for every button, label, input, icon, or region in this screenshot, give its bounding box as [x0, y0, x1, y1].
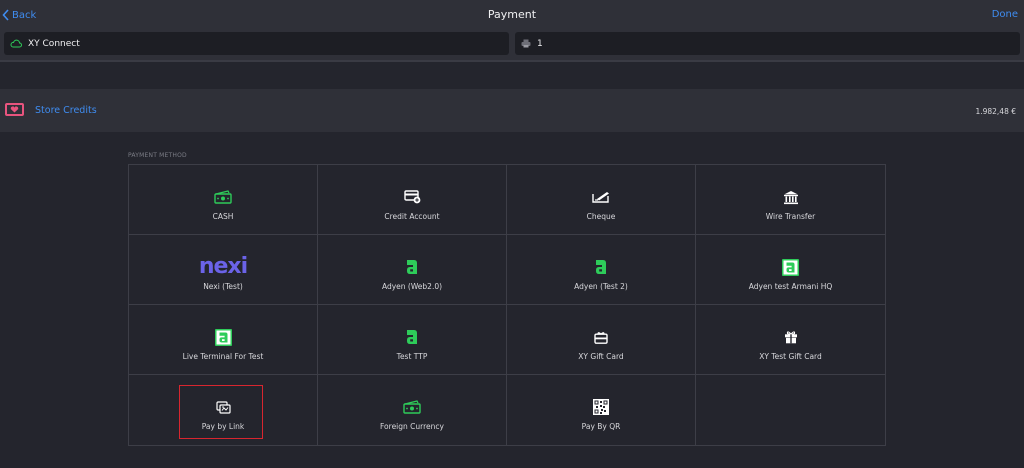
store-credits-row[interactable]: Store Credits 1.982,48 €: [0, 89, 1024, 132]
payment-method-label: Wire Transfer: [765, 212, 816, 221]
payment-method-label: CASH: [212, 212, 234, 221]
store-credits-label[interactable]: Store Credits: [35, 105, 97, 116]
payment-method-cash[interactable]: CASH: [129, 165, 318, 235]
printer-icon: [521, 39, 531, 48]
payment-method-credit-account[interactable]: Credit Account: [318, 165, 507, 235]
payment-method-label: Adyen (Test 2): [574, 282, 628, 291]
payment-method-label: Nexi (Test): [203, 282, 243, 291]
payment-method-heading: PAYMENT METHOD: [128, 152, 187, 159]
bank-icon: [696, 187, 885, 207]
payment-method-label: Adyen (Web2.0): [381, 282, 443, 291]
adyen-icon: [507, 257, 695, 277]
payment-method-pay-by-qr[interactable]: Pay By QR: [507, 375, 696, 445]
payment-method-test-ttp[interactable]: Test TTP: [318, 305, 507, 375]
store-credits-amount: 1.982,48 €: [975, 107, 1016, 116]
cheque-icon: [507, 187, 695, 207]
payment-method-foreign-currency[interactable]: Foreign Currency: [318, 375, 507, 445]
payment-method-label: Pay by Link: [201, 422, 245, 431]
printer-field[interactable]: 1: [515, 32, 1020, 55]
qr-code-icon: [507, 397, 695, 417]
payment-method-label: Pay By QR: [581, 422, 621, 431]
payment-method-label: Credit Account: [384, 212, 440, 221]
cloud-icon: [10, 39, 22, 48]
credit-account-icon: [318, 187, 506, 207]
gift-icon: [696, 327, 885, 347]
connection-bar: XY Connect 1: [0, 30, 1024, 60]
payment-method-pay-by-link[interactable]: Pay by Link: [129, 375, 318, 445]
payment-method-xy-gift-card[interactable]: XY Gift Card: [507, 305, 696, 375]
payment-method-label: Adyen test Armani HQ: [748, 282, 833, 291]
adyen-icon: [129, 327, 317, 347]
pay-link-icon: [129, 397, 317, 417]
payment-method-xy-test-gift-card[interactable]: XY Test Gift Card: [696, 305, 885, 375]
payment-method-label: XY Gift Card: [578, 352, 624, 361]
adyen-icon: [318, 257, 506, 277]
payment-method-adyen-armani-hq[interactable]: Adyen test Armani HQ: [696, 235, 885, 305]
cash-icon: [129, 187, 317, 207]
page-title: Payment: [487, 8, 537, 21]
adyen-icon: [696, 257, 885, 277]
payment-method-cheque[interactable]: Cheque: [507, 165, 696, 235]
payment-method-label: Cheque: [586, 212, 616, 221]
nexi-logo-text: nexi: [198, 254, 248, 279]
gift-card-icon: [507, 327, 695, 347]
payment-method-nexi-test[interactable]: nexi Nexi (Test): [129, 235, 318, 305]
empty-grid-cell: [696, 375, 885, 445]
payment-method-wire-transfer[interactable]: Wire Transfer: [696, 165, 885, 235]
payment-method-label: Live Terminal For Test: [182, 352, 264, 361]
adyen-icon: [318, 327, 506, 347]
payment-method-grid: CASH Credit Account Cheque Wire Transfer…: [128, 164, 886, 446]
printer-value: 1: [537, 38, 543, 49]
xy-connect-field[interactable]: XY Connect: [4, 32, 509, 55]
store-credit-icon: [5, 103, 24, 116]
nav-bar: Back Payment Done: [0, 0, 1024, 30]
spacer-band: [0, 62, 1024, 89]
payment-method-live-terminal[interactable]: Live Terminal For Test: [129, 305, 318, 375]
done-button[interactable]: Done: [992, 9, 1018, 20]
xy-connect-label: XY Connect: [28, 38, 80, 49]
payment-method-adyen-test-2[interactable]: Adyen (Test 2): [507, 235, 696, 305]
nexi-logo: nexi: [129, 254, 317, 279]
cash-icon: [318, 397, 506, 417]
payment-method-adyen-web[interactable]: Adyen (Web2.0): [318, 235, 507, 305]
payment-method-label: XY Test Gift Card: [759, 352, 822, 361]
payment-method-label: Test TTP: [396, 352, 428, 361]
payment-method-label: Foreign Currency: [380, 422, 444, 431]
